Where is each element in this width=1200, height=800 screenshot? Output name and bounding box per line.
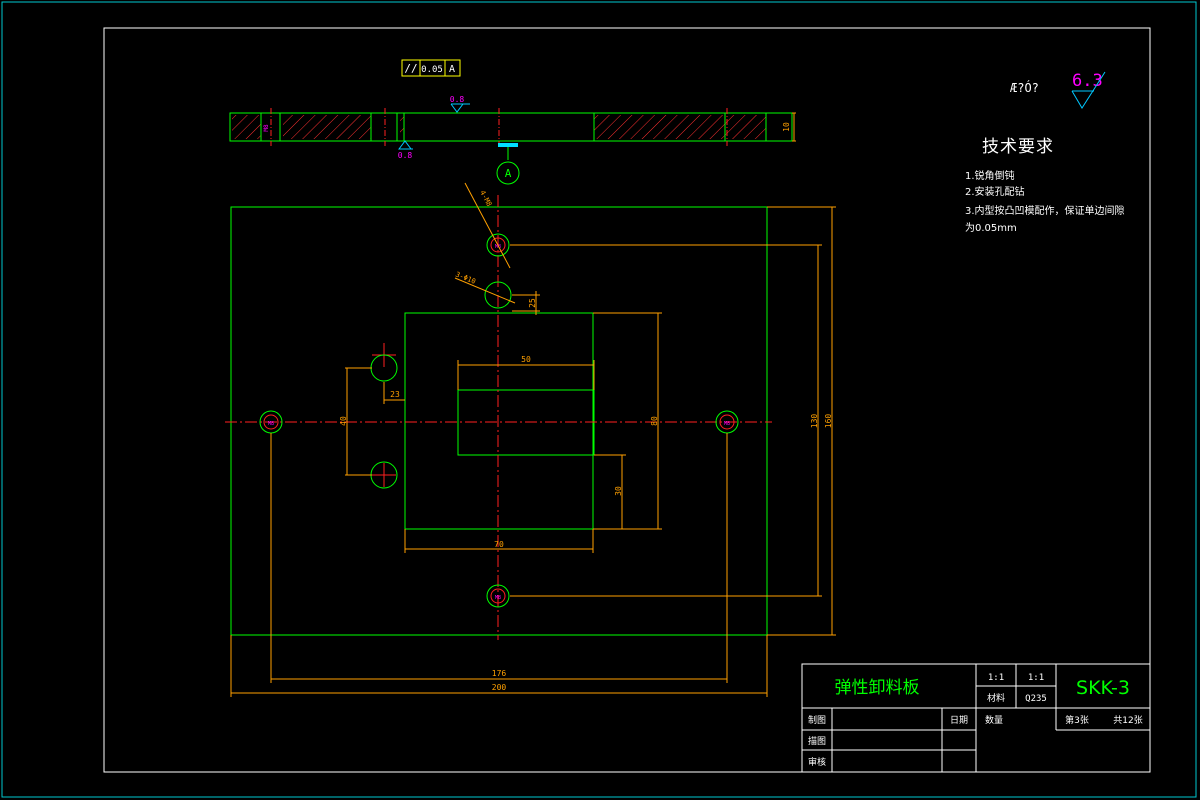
opening-outline (404, 312, 594, 530)
tech-item-2: 2.安装孔配钻 (965, 185, 1025, 198)
plate-outline (230, 206, 768, 636)
general-roughness-value: 6.3 (1072, 71, 1103, 91)
hatch-3 (400, 115, 404, 139)
hatch-2 (283, 115, 371, 139)
material-value: Q235 (1025, 694, 1047, 704)
dim-70: 70 (494, 540, 504, 549)
upper-hole-label: 3-Φ10 (454, 270, 477, 285)
roughness-top-symbol (450, 103, 464, 113)
section-view: M8 10 // 0.05 A 0.8 0.8 A (229, 59, 796, 185)
hole-tag: M8 (268, 421, 274, 427)
pin-hole-label: 4-M8 (478, 189, 493, 208)
roughness-bottom-symbol (398, 140, 412, 150)
datum-label: A (505, 167, 512, 180)
general-roughness: Æ?Ó? 6.3 (1010, 71, 1106, 109)
m8-hole: M8 (259, 410, 283, 434)
dim-25: 25 (528, 298, 537, 308)
qty-label: 数量 (985, 714, 1003, 726)
cad-drawing: M8 10 // 0.05 A 0.8 0.8 A Æ?Ó? 6.3 技术要求 (1, 1, 1197, 798)
tolerance-value: 0.05 (421, 65, 443, 75)
part-name: 弹性卸料板 (835, 678, 920, 698)
tech-item-3: 3.内型按凸凹模配作，保证单边间隙 (965, 204, 1125, 217)
dim-80: 80 (650, 416, 659, 426)
other-roughness-text: Æ?Ó? (1010, 80, 1039, 95)
dim-176: 176 (492, 669, 507, 678)
datum-base (498, 143, 518, 147)
roughness-bottom-value: 0.8 (398, 151, 413, 160)
thickness-dim: 10 (782, 122, 791, 132)
roughness-top-value: 0.8 (450, 95, 465, 104)
hatch-1 (232, 115, 261, 139)
dim-160: 160 (824, 414, 833, 429)
row-draw-label: 制图 (808, 714, 826, 726)
dimensions (230, 206, 836, 697)
plan-view: M8 M8 M8 M8 4-M8 3-Φ10 (225, 182, 772, 640)
dim-130: 130 (810, 414, 819, 429)
dim-30: 30 (614, 486, 623, 496)
hole-tag: M8 (495, 595, 501, 601)
tech-title: 技术要求 (982, 137, 1054, 157)
row-design-label: 描图 (808, 735, 826, 747)
hole-tag: M8 (724, 421, 730, 427)
dim-200: 200 (492, 683, 507, 692)
tech-item-1: 1.锐角倒钝 (965, 169, 1015, 182)
date-label: 日期 (950, 715, 968, 726)
tolerance-symbol: // (404, 62, 417, 75)
material-label: 材料 (987, 692, 1005, 704)
sheet-number: 第3张 (1065, 714, 1089, 726)
tech-requirements: 技术要求 1.锐角倒钝 2.安装孔配钻 3.内型按凸凹模配作，保证单边间隙 为0… (965, 137, 1125, 234)
dimension-texts: 25 23 40 50 80 30 70 130 160 176 200 (339, 298, 833, 692)
scale-2: 1:1 (1028, 673, 1044, 683)
sheet-total: 共12张 (1113, 715, 1142, 726)
scale-1: 1:1 (988, 673, 1004, 683)
dim-23: 23 (390, 390, 400, 399)
tech-item-4: 为0.05mm (965, 222, 1017, 234)
section-m8-tag: M8 (263, 124, 270, 132)
dim-50: 50 (521, 355, 531, 364)
dim-40: 40 (339, 416, 348, 426)
tolerance-datum: A (449, 64, 455, 75)
title-block-text: 弹性卸料板 1:1 1:1 材料 Q235 SKK-3 制图 描图 审核 日期 … (808, 673, 1143, 768)
row-check-label: 审核 (808, 756, 826, 768)
hatch-4 (594, 115, 766, 139)
drawing-number: SKK-3 (1076, 677, 1130, 699)
